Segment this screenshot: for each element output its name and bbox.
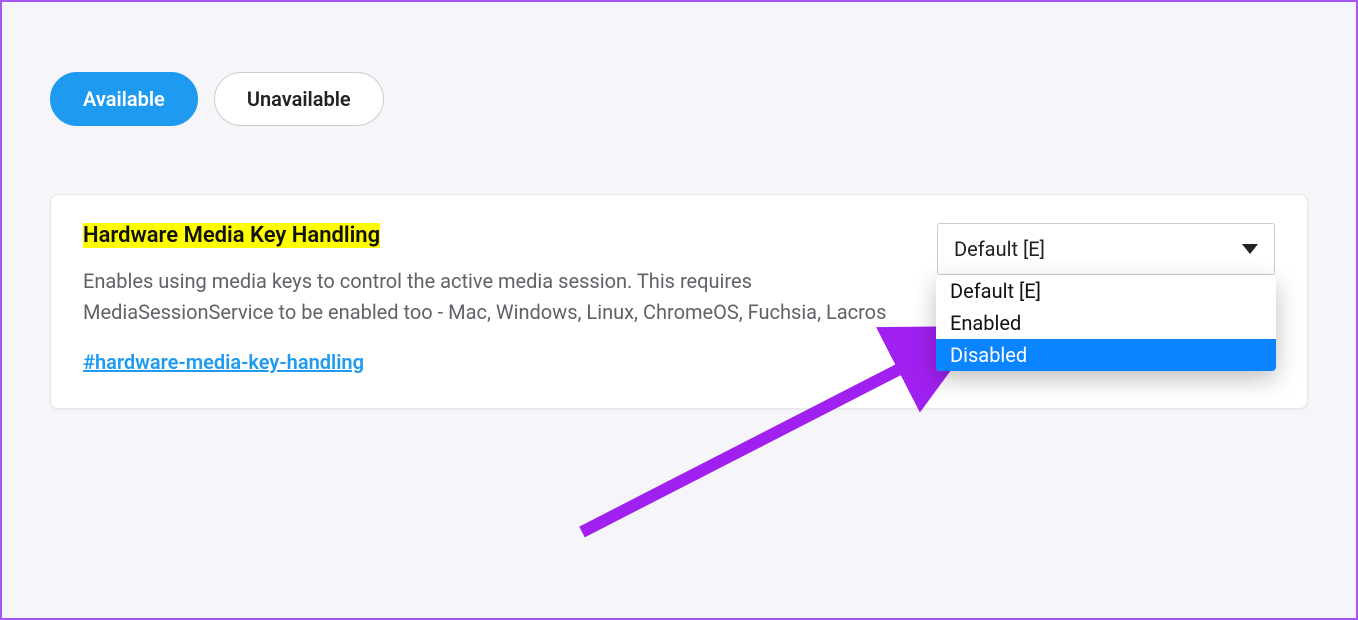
flag-content: Hardware Media Key Handling Enables usin… (83, 223, 905, 374)
option-disabled[interactable]: Disabled (936, 339, 1276, 371)
select-value: Default [E] (954, 237, 1045, 261)
flag-state-select[interactable]: Default [E] (937, 223, 1275, 275)
option-enabled[interactable]: Enabled (936, 307, 1276, 339)
flags-page: Available Unavailable Hardware Media Key… (2, 2, 1356, 409)
flag-select-wrap: Default [E] Default [E] Enabled Disabled (937, 223, 1275, 275)
option-default[interactable]: Default [E] (936, 275, 1276, 307)
tab-unavailable[interactable]: Unavailable (214, 72, 384, 126)
flag-anchor-link[interactable]: #hardware-media-key-handling (83, 350, 364, 374)
flag-description: Enables using media keys to control the … (83, 266, 905, 328)
tab-bar: Available Unavailable (50, 72, 1308, 126)
flag-card: Hardware Media Key Handling Enables usin… (50, 194, 1308, 409)
chevron-down-icon (1242, 244, 1258, 254)
flag-state-dropdown: Default [E] Enabled Disabled (936, 275, 1276, 371)
flag-title: Hardware Media Key Handling (83, 223, 380, 248)
tab-available[interactable]: Available (50, 72, 198, 126)
